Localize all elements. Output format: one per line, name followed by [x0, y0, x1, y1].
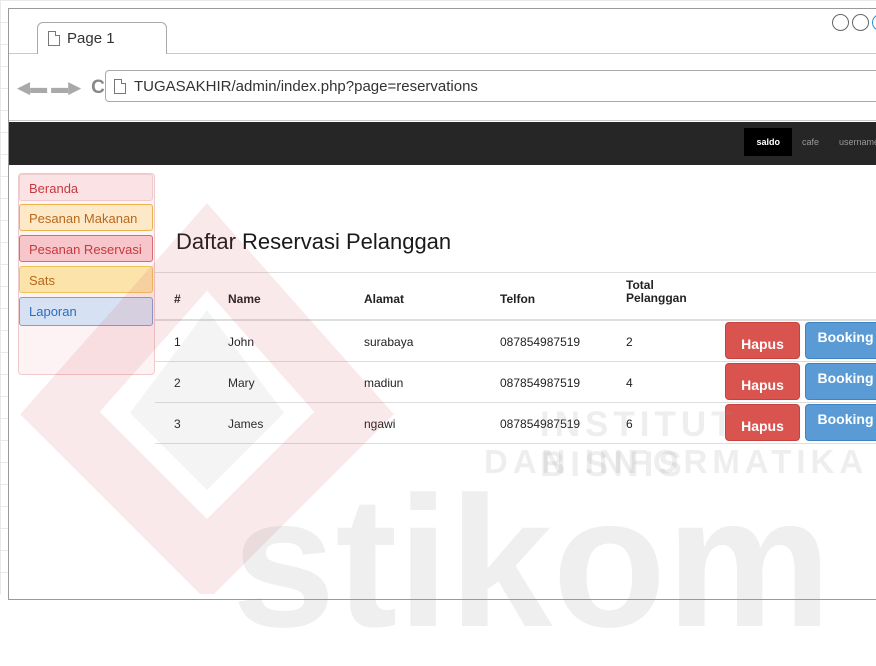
cell-alamat: ngawi [364, 417, 396, 431]
sidebar-item-sats[interactable]: Sats [19, 266, 153, 293]
cell-telfon: 087854987519 [500, 417, 581, 431]
sidebar-item-pesanan-reservasi[interactable]: Pesanan Reservasi [19, 235, 153, 262]
nav-buttons: ◀▬ ▬▶ C [17, 78, 105, 97]
header-name: Name [228, 292, 261, 306]
forward-arrow-icon[interactable]: ▬▶ [51, 79, 81, 96]
reload-icon[interactable]: C [91, 78, 105, 97]
back-arrow-icon[interactable]: ◀▬ [17, 79, 47, 96]
cell-alamat: surabaya [364, 335, 414, 349]
window-controls [832, 14, 876, 31]
nav-cafe[interactable]: cafe [792, 137, 829, 147]
cell-total: 4 [626, 376, 633, 390]
cell-name: Mary [228, 376, 255, 390]
nav-username[interactable]: username [829, 137, 876, 147]
cell-number: 2 [174, 376, 181, 390]
cell-name: John [228, 335, 255, 349]
cell-number: 3 [174, 417, 181, 431]
sidebar-item-beranda[interactable]: Beranda [19, 174, 153, 201]
table-row: 1 John surabaya 087854987519 2 Hapus Boo… [155, 321, 876, 362]
browser-tab[interactable]: Page 1 [37, 22, 167, 54]
hapus-button[interactable]: Hapus [725, 322, 800, 359]
nav-saldo[interactable]: saldo [744, 128, 792, 156]
minimize-icon[interactable] [832, 14, 849, 31]
header-number: # [174, 292, 181, 306]
sidebar-item-pesanan-makanan[interactable]: Pesanan Makanan [19, 204, 153, 231]
close-icon[interactable] [872, 14, 876, 31]
tab-title: Page 1 [67, 30, 115, 47]
hapus-button[interactable]: Hapus [725, 363, 800, 400]
top-nav: saldo cafe username [744, 122, 876, 162]
table-row: 2 Mary madiun 087854987519 4 Hapus Booki… [155, 362, 876, 403]
sidebar-item-laporan[interactable]: Laporan [19, 297, 153, 326]
page-title: Daftar Reservasi Pelanggan [176, 229, 452, 254]
address-toolbar: ◀▬ ▬▶ C TUGASAKHIR/admin/index.php?page=… [9, 54, 876, 121]
table-row: 3 James ngawi 087854987519 6 Hapus Booki… [155, 403, 876, 444]
cell-telfon: 087854987519 [500, 335, 581, 349]
header-telfon: Telfon [500, 292, 536, 306]
url-text: TUGASAKHIR/admin/index.php?page=reservat… [134, 77, 478, 95]
browser-window: Page 1 ◀▬ ▬▶ C TUGASAKHIR/admin/index.ph… [8, 8, 876, 600]
cell-telfon: 087854987519 [500, 376, 581, 390]
header-total-pelanggan: Total Pelanggan [626, 278, 687, 305]
booking-button[interactable]: Booking [805, 363, 876, 400]
sidebar: Beranda Pesanan Makanan Pesanan Reservas… [18, 173, 155, 375]
cell-number: 1 [174, 335, 181, 349]
booking-button[interactable]: Booking [805, 322, 876, 359]
cell-total: 6 [626, 417, 633, 431]
address-bar[interactable]: TUGASAKHIR/admin/index.php?page=reservat… [105, 70, 876, 102]
cell-alamat: madiun [364, 376, 404, 390]
header-alamat: Alamat [364, 292, 405, 306]
page-icon [114, 78, 126, 94]
booking-button[interactable]: Booking [805, 404, 876, 441]
table-header: # Name Alamat Telfon Total Pelanggan [155, 272, 876, 321]
page-icon [48, 31, 60, 46]
cell-total: 2 [626, 335, 633, 349]
maximize-icon[interactable] [852, 14, 869, 31]
app-top-bar: saldo cafe username [9, 122, 876, 165]
cell-name: James [228, 417, 264, 431]
hapus-button[interactable]: Hapus [725, 404, 800, 441]
tab-bar: Page 1 [9, 9, 876, 54]
reservations-table: # Name Alamat Telfon Total Pelanggan 1 J… [155, 272, 876, 444]
